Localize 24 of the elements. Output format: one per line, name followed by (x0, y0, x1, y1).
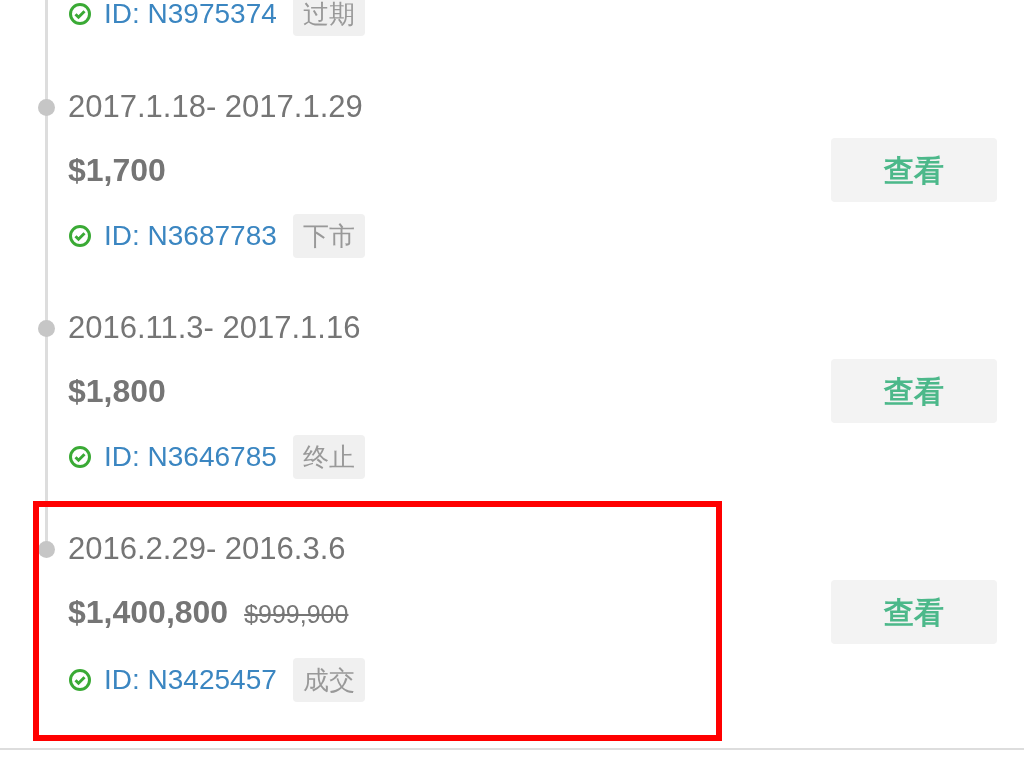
view-button[interactable]: 查看 (831, 359, 997, 423)
timeline-dot (38, 320, 55, 337)
listing-id[interactable]: ID: N3646785 (104, 436, 277, 478)
date-range: 2016.2.29- 2016.3.6 (68, 530, 347, 568)
status-tag: 终止 (292, 435, 365, 479)
listing-id[interactable]: ID: N3687783 (104, 215, 277, 257)
price: $1,400,800 (68, 593, 229, 632)
status-tag: 成交 (292, 658, 365, 702)
check-circle-icon (68, 224, 92, 248)
check-circle-icon (68, 668, 92, 692)
view-button[interactable]: 查看 (831, 138, 997, 202)
check-circle-icon (68, 445, 92, 469)
check-circle-icon (68, 2, 92, 26)
date-range: 2016.11.3- 2017.1.16 (68, 309, 362, 347)
listing-id[interactable]: ID: N3975374 (104, 0, 277, 35)
status-tag: 过期 (292, 0, 365, 36)
price: $1,800 (68, 372, 166, 411)
view-button[interactable]: 查看 (831, 580, 997, 644)
original-price: $999,900 (244, 599, 349, 630)
timeline-dot (38, 99, 55, 116)
status-tag: 下市 (292, 214, 365, 258)
listing-id[interactable]: ID: N3425457 (104, 659, 277, 701)
date-range: 2017.1.18- 2017.1.29 (68, 88, 364, 126)
price: $1,700 (68, 151, 166, 190)
